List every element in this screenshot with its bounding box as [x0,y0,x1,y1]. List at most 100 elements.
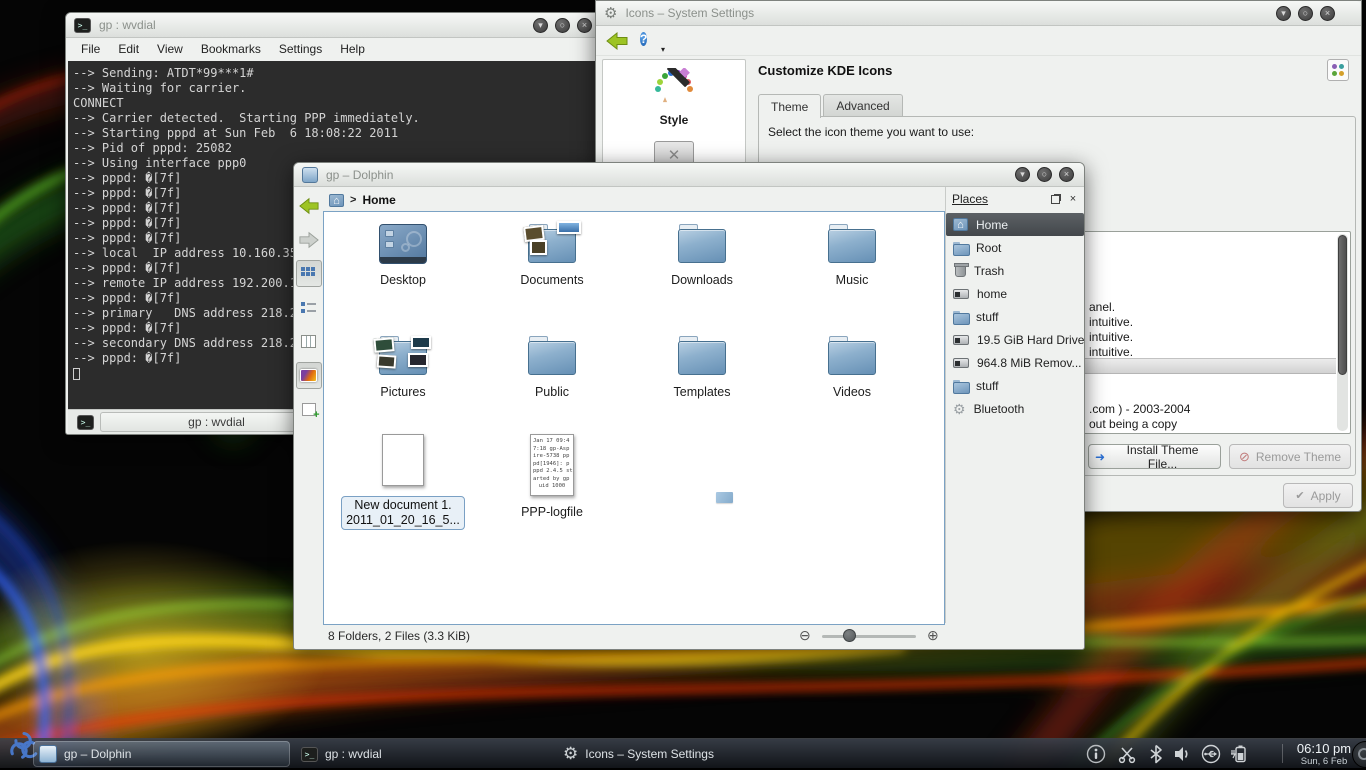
folder-icon [828,224,876,264]
folder-item-public[interactable]: Public [492,336,612,400]
page-title: Customize KDE Icons [758,63,892,78]
place-stuff-2[interactable]: stuff [946,374,1086,397]
apply-button[interactable]: ✔ Apply [1283,483,1353,508]
install-theme-button[interactable]: ➜ Install Theme File... [1088,444,1221,469]
scrollbar-thumb[interactable] [1338,235,1347,375]
close-panel-icon[interactable]: × [1066,193,1080,205]
maximize-button[interactable]: ○ [1298,6,1313,21]
battery-tray-icon[interactable] [1228,744,1250,769]
menu-help[interactable]: Help [331,39,374,61]
sidebar-item-style[interactable]: Style [603,60,745,127]
folder-item-templates[interactable]: Templates [642,336,762,400]
icons-view-button[interactable] [296,260,322,287]
columns-view-button[interactable] [296,328,322,355]
back-button[interactable] [296,192,322,219]
volume-tray-icon[interactable] [1172,744,1192,769]
menu-edit[interactable]: Edit [109,39,148,61]
bluetooth-icon: ⚙ [953,402,966,416]
remove-theme-button[interactable]: ⊘ Remove Theme [1229,444,1351,469]
terminal-app-icon: >_ [74,18,91,33]
preview-button[interactable] [296,362,322,389]
theme-description-text: out being a copy [1089,417,1177,431]
task-wvdial[interactable]: >_ gp : wvdial [295,741,552,767]
folder-item-music[interactable]: Music [792,224,912,288]
float-panel-icon[interactable] [1051,195,1060,204]
place-hard-drive[interactable]: 19.5 GiB Hard Drive [946,328,1086,351]
folder-item-documents[interactable]: Documents [492,224,612,288]
battery-icon [1228,744,1250,764]
help-icon: ? [640,32,647,46]
dolphin-app-icon [39,745,57,763]
gear-icon: ⚙ [604,4,617,22]
tab-theme[interactable]: Theme [758,94,821,118]
split-view-icon: + [302,403,316,416]
close-button[interactable]: × [1059,167,1074,182]
folder-item-videos[interactable]: Videos [792,336,912,400]
dot-icon [1332,71,1337,76]
folder-icon [953,311,968,323]
folder-item-downloads[interactable]: Downloads [642,224,762,288]
menu-bookmarks[interactable]: Bookmarks [192,39,270,61]
help-button[interactable]: ? ▾ [640,30,662,52]
icon-view-toggle-button[interactable] [1327,59,1349,81]
zoom-in-icon[interactable]: ⊕ [927,627,939,644]
details-view-button[interactable] [296,294,322,321]
minimize-button[interactable]: ▾ [533,18,548,33]
folder-item-desktop[interactable]: Desktop [343,224,463,288]
menu-file[interactable]: File [72,39,109,61]
terminal-line: --> Waiting for carrier. [73,81,600,96]
klipper-tray-icon[interactable] [1117,744,1137,769]
status-text: 8 Folders, 2 Files (3.3 KiB) [328,629,470,643]
zoom-slider-track[interactable] [822,635,916,638]
back-arrow-icon [604,30,630,52]
folder-item-pictures[interactable]: Pictures [343,336,463,400]
place-home-partition[interactable]: home [946,282,1086,305]
terminal-line: --> Pid of pppd: 25082 [73,141,600,156]
dolphin-title: gp – Dolphin [326,168,393,182]
dolphin-titlebar[interactable]: gp – Dolphin ▾ ○ × [294,163,1084,187]
zoom-out-icon[interactable]: ⊖ [799,627,811,644]
place-home[interactable]: ⌂ Home [946,213,1084,236]
bluetooth-tray-icon[interactable] [1147,744,1165,769]
forward-button[interactable] [296,226,322,253]
clock[interactable]: 06:10 pm Sun, 6 Feb [1286,741,1362,767]
breadcrumb-home[interactable]: Home [362,193,395,207]
place-bluetooth[interactable]: ⚙ Bluetooth [946,397,1086,420]
file-item-new-document[interactable]: New document 1. 2011_01_20_16_5... [343,434,463,530]
place-root[interactable]: Root [946,236,1086,259]
notifications-tray-icon[interactable] [1086,744,1106,769]
place-removable-drive[interactable]: 964.8 MiB Remov... [946,351,1086,374]
settings-titlebar[interactable]: ⚙ Icons – System Settings ▾ ○ × [596,1,1361,26]
split-view-button[interactable]: + [296,396,322,423]
minimize-button[interactable]: ▾ [1276,6,1291,21]
speaker-icon [1172,744,1192,764]
close-button[interactable]: × [1320,6,1335,21]
device-notifier-tray-icon[interactable] [1199,744,1223,769]
place-trash[interactable]: Trash [946,259,1086,282]
chevron-down-icon: ▾ [661,45,665,54]
zoom-slider-handle[interactable] [843,629,856,642]
dot-icon [1339,71,1344,76]
home-icon[interactable]: ⌂ [329,194,344,207]
tab-advanced[interactable]: Advanced [823,94,902,117]
back-button[interactable] [604,30,630,52]
close-button[interactable]: × [577,18,592,33]
menu-view[interactable]: View [148,39,192,61]
file-item-ppp-logfile[interactable]: Jan 17 09:4 7:18 gp-Asp ire-5738 pp pd[1… [492,434,612,520]
place-stuff[interactable]: stuff [946,305,1086,328]
terminal-line: --> Starting pppd at Sun Feb 6 18:08:22 … [73,126,600,141]
settings-toolbar: ? ▾ [596,26,1361,56]
minimize-button[interactable]: ▾ [1015,167,1030,182]
maximize-button[interactable]: ○ [1037,167,1052,182]
folder-view[interactable]: Desktop Documents Downloads Music [323,211,945,625]
task-dolphin[interactable]: gp – Dolphin [33,741,290,767]
theme-list-text: anel. [1089,300,1115,314]
terminal-line: --> Carrier detected. Starting PPP immed… [73,111,600,126]
folder-icon [678,336,726,376]
new-tab-button[interactable]: >_ [77,415,94,430]
task-system-settings[interactable]: ⚙ Icons – System Settings [557,741,814,767]
maximize-button[interactable]: ○ [555,18,570,33]
scrollbar[interactable] [1337,234,1348,431]
menu-settings[interactable]: Settings [270,39,331,61]
terminal-titlebar[interactable]: >_ gp : wvdial ▾ ○ × [66,13,602,38]
